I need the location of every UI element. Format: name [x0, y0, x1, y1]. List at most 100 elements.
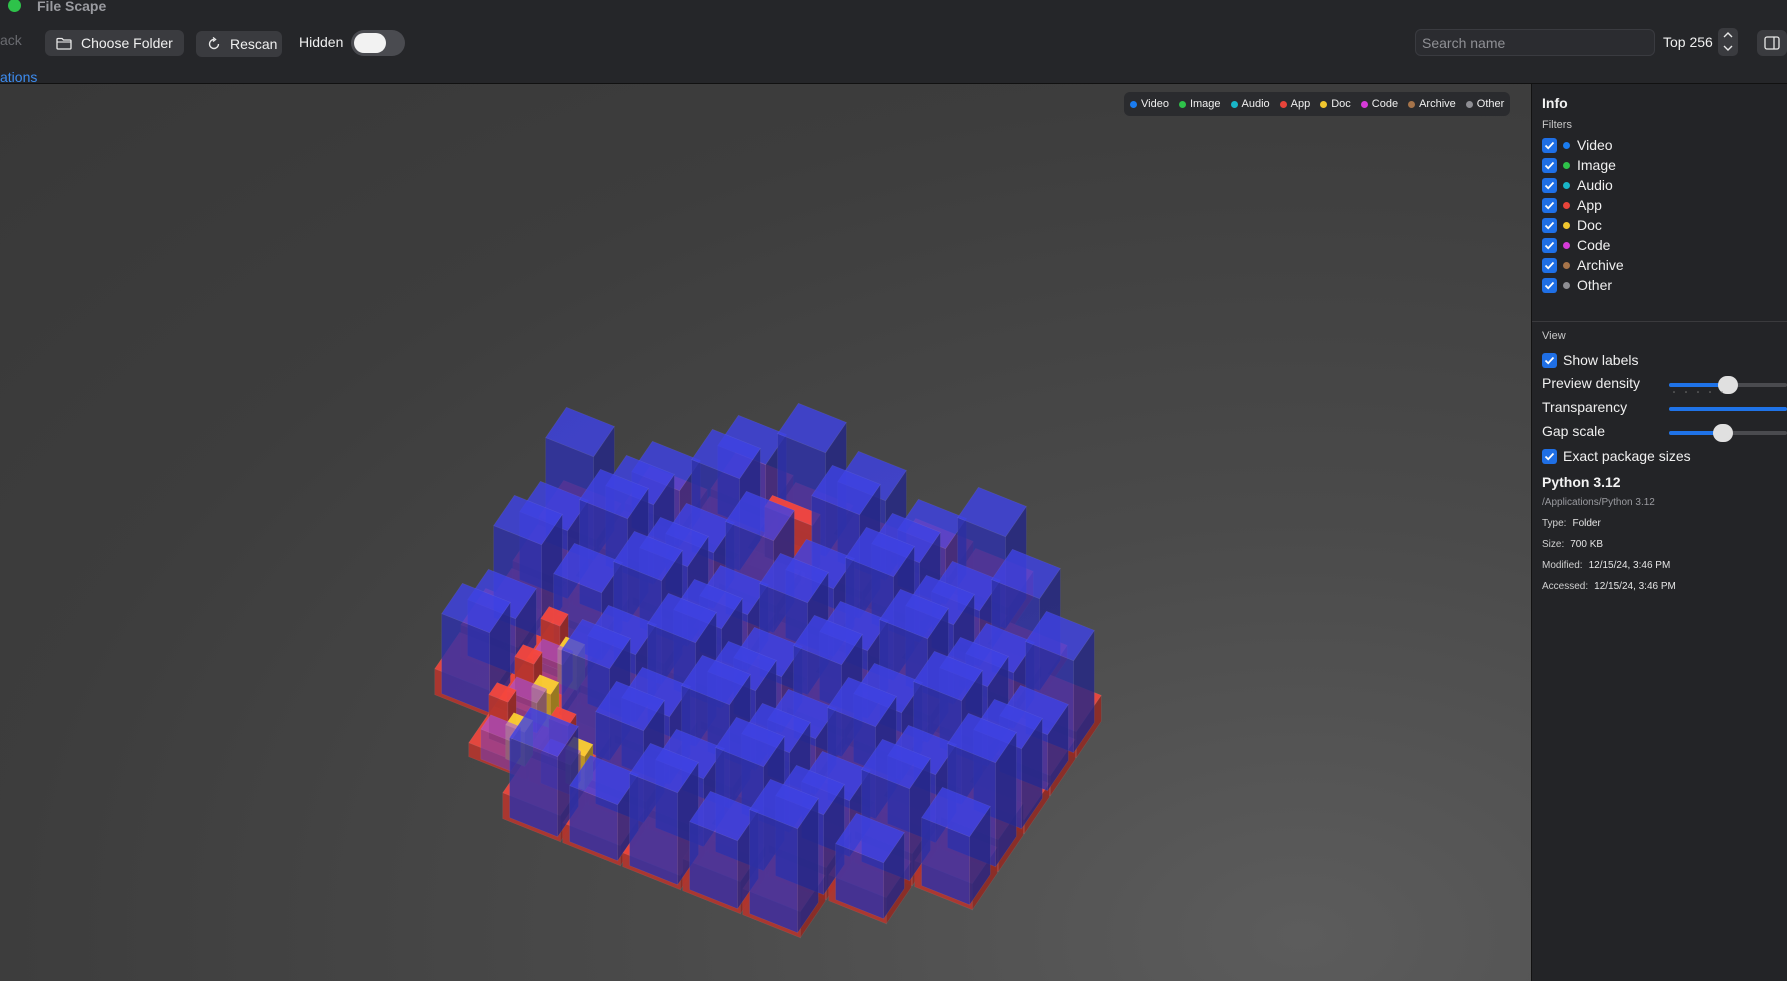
hidden-files-label: Hidden [299, 34, 344, 50]
meta-type: Type: Folder [1542, 518, 1601, 529]
filter-video[interactable]: Video [1542, 136, 1613, 154]
preview-density-slider[interactable] [1669, 376, 1787, 394]
filter-color-dot [1563, 221, 1570, 229]
choose-folder-label: Choose Folder [81, 35, 173, 51]
checkbox-checked[interactable] [1542, 197, 1557, 213]
meta-size-key: Size: [1542, 539, 1565, 550]
hidden-files-toggle[interactable] [351, 30, 405, 56]
legend-item-audio: Audio [1230, 98, 1270, 110]
selected-item-path: /Applications/Python 3.12 [1542, 497, 1655, 508]
gap-scale-slider[interactable] [1669, 424, 1787, 442]
view-heading: View [1542, 330, 1566, 342]
filter-color-dot [1563, 181, 1570, 189]
checkbox-checked[interactable] [1542, 448, 1557, 464]
filter-label: Code [1577, 237, 1611, 253]
legend-item-video: Video [1130, 98, 1169, 110]
meta-accessed: Accessed: 12/15/24, 3:46 PM [1542, 581, 1676, 592]
gap-scale-label: Gap scale [1542, 423, 1606, 439]
filter-audio[interactable]: Audio [1542, 176, 1613, 194]
legend-dot [1178, 100, 1186, 108]
file-landscape-viewport[interactable]: Video Image Audio App Doc Code Archive Other [0, 84, 1531, 981]
filter-image[interactable]: Image [1542, 156, 1616, 174]
preview-density-label: Preview density [1542, 375, 1641, 391]
filter-code[interactable]: Code [1542, 236, 1610, 254]
filter-color-dot [1563, 161, 1570, 169]
meta-modified-value: 12/15/24, 3:46 PM [1588, 560, 1671, 571]
filter-doc[interactable]: Doc [1542, 216, 1602, 234]
legend-dot [1408, 100, 1416, 108]
panel-title: Info [1542, 95, 1568, 111]
filter-label: App [1577, 197, 1602, 213]
choose-folder-button[interactable]: Choose Folder [45, 30, 184, 56]
slider-ticks [1673, 391, 1723, 393]
file-blocks-scene[interactable] [0, 84, 1531, 981]
filters-heading: Filters [1542, 119, 1572, 131]
checkbox-checked[interactable] [1542, 257, 1557, 273]
rescan-label: Rescan [230, 36, 278, 52]
back-button[interactable]: ack [0, 32, 22, 48]
chevron-up-icon[interactable] [1722, 31, 1734, 39]
transparency-slider[interactable] [1669, 407, 1787, 411]
filter-label: Doc [1577, 217, 1602, 233]
filter-label: Image [1577, 157, 1616, 173]
top-count-stepper[interactable] [1718, 28, 1738, 56]
legend-label: Code [1371, 98, 1399, 110]
exact-package-sizes-checkbox[interactable]: Exact package sizes [1542, 447, 1691, 465]
legend-label: Doc [1331, 98, 1351, 110]
legend-item-archive: Archive [1408, 98, 1456, 110]
checkbox-checked[interactable] [1542, 237, 1557, 253]
filter-color-dot [1563, 141, 1570, 149]
meta-type-value: Folder [1572, 518, 1601, 529]
legend-label: Audio [1241, 98, 1270, 110]
meta-accessed-key: Accessed: [1542, 581, 1589, 592]
rescan-button[interactable]: Rescan [196, 31, 282, 57]
filter-other[interactable]: Other [1542, 276, 1612, 294]
checkbox-checked[interactable] [1542, 137, 1557, 153]
filter-label: Video [1577, 137, 1613, 153]
checkbox-checked[interactable] [1542, 352, 1557, 368]
toggle-sidebar-button[interactable] [1757, 30, 1787, 56]
legend-label: Other [1476, 98, 1505, 110]
legend-dot [1320, 100, 1328, 108]
legend-label: App [1290, 98, 1311, 110]
title-bar: File Scape [0, 0, 1787, 14]
toggle-knob [354, 33, 386, 53]
video-block-front [629, 773, 678, 886]
legend-item-app: App [1279, 98, 1311, 110]
window-zoom-button[interactable] [8, 0, 21, 12]
legend-item-doc: Doc [1320, 98, 1351, 110]
panel-divider [1532, 321, 1787, 322]
toolbar: ack Choose Folder Rescan Hidden Top 256 … [0, 14, 1787, 85]
filter-label: Other [1577, 277, 1613, 293]
legend-label: Image [1189, 98, 1221, 110]
legend-dot [1130, 100, 1137, 108]
slider-thumb[interactable] [1713, 424, 1734, 442]
show-labels-checkbox[interactable]: Show labels [1542, 351, 1639, 369]
legend-dot [1360, 100, 1368, 108]
legend-item-other: Other [1465, 98, 1505, 110]
checkbox-checked[interactable] [1542, 217, 1557, 233]
meta-size-value: 700 KB [1570, 539, 1604, 550]
checkbox-checked[interactable] [1542, 177, 1557, 193]
chevron-down-icon[interactable] [1722, 44, 1734, 52]
filter-label: Archive [1577, 257, 1624, 273]
checkbox-checked[interactable] [1542, 277, 1557, 293]
filter-color-dot [1563, 281, 1570, 289]
transparency-label: Transparency [1542, 399, 1628, 415]
legend: Video Image Audio App Doc Code Archive Other [1124, 92, 1511, 116]
legend-item-image: Image [1178, 98, 1221, 110]
meta-modified: Modified: 12/15/24, 3:46 PM [1542, 560, 1670, 571]
meta-type-key: Type: [1542, 518, 1567, 529]
legend-label: Archive [1419, 98, 1456, 110]
breadcrumb-current[interactable]: ations [0, 69, 37, 85]
window-title: File Scape [37, 0, 107, 14]
meta-modified-key: Modified: [1542, 560, 1583, 571]
filter-archive[interactable]: Archive [1542, 256, 1624, 274]
selected-item-name: Python 3.12 [1542, 474, 1621, 490]
video-block-front [749, 809, 798, 934]
checkbox-checked[interactable] [1542, 157, 1557, 173]
folder-icon [56, 37, 72, 50]
filter-app[interactable]: App [1542, 196, 1602, 214]
search-input[interactable] [1415, 29, 1655, 56]
legend-dot [1279, 100, 1287, 108]
